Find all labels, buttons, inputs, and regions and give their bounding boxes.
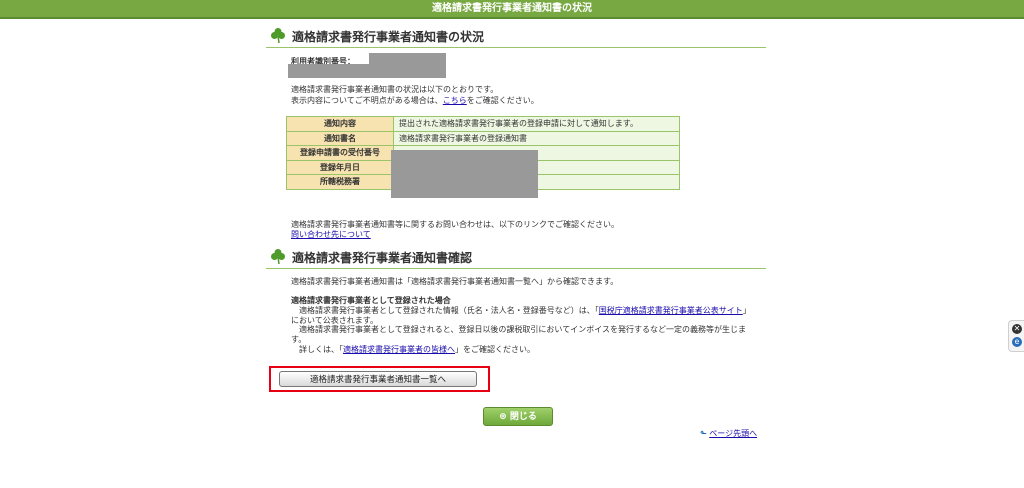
- table-label: 通知書名: [286, 130, 394, 146]
- arrow-up-icon: ⬑: [700, 429, 707, 438]
- table-label: 登録年月日: [286, 159, 394, 175]
- intro-text-2: 表示内容についてご不明点がある場合は、こちらをご確認ください。: [291, 96, 539, 105]
- business-guide-link[interactable]: 適格請求書発行事業者の皆様へ: [343, 345, 455, 354]
- window-title-bar: 適格請求書発行事業者通知書の状況: [0, 0, 1024, 19]
- here-link[interactable]: こちら: [443, 96, 467, 105]
- section-title: 適格請求書発行事業者通知書の状況: [292, 30, 485, 44]
- redacted-user-id-2: [288, 64, 446, 78]
- table-value: 提出された適格請求書発行事業者の登録申請に対して通知します。: [393, 116, 680, 132]
- inquiry-text: 適格請求書発行事業者通知書等に関するお問い合わせは、以下のリンクでご確認ください…: [291, 220, 619, 229]
- notice-list-button[interactable]: 適格請求書発行事業者通知書一覧へ: [279, 371, 477, 387]
- section-title: 適格請求書発行事業者通知書確認: [292, 251, 473, 265]
- redacted-registration-info: [391, 150, 538, 198]
- details-text: 詳しくは、「適格請求書発行事業者の皆様へ」をご確認ください。: [299, 345, 535, 354]
- section-heading-confirm: 適格請求書発行事業者通知書確認: [266, 248, 766, 269]
- table-row: 通知書名 適格請求書発行事業者の登録通知書: [286, 130, 680, 146]
- page-top-link[interactable]: ⬑ ページ先頭へ: [700, 428, 757, 439]
- window-title: 適格請求書発行事業者通知書の状況: [432, 3, 592, 14]
- publication-site-link[interactable]: 国税庁適格請求書発行事業者公表サイト: [599, 306, 743, 315]
- publication-text: 適格請求書発行事業者として登録された情報（氏名・法人名・登録番号など）は、「国税…: [299, 306, 751, 315]
- clover-icon: [271, 28, 285, 43]
- table-value: 適格請求書発行事業者の登録通知書: [393, 130, 680, 146]
- table-label: 所轄税務署: [286, 174, 394, 190]
- registered-title: 適格請求書発行事業者として登録された場合: [291, 296, 451, 305]
- confirm-text: 適格請求書発行事業者通知書は「適格請求書発行事業者通知書一覧へ」から確認できます…: [291, 277, 619, 286]
- intro-text-1: 適格請求書発行事業者通知書の状況は以下のとおりです。: [291, 85, 499, 94]
- obligation-text: 適格請求書発行事業者として登録されると、登録日以後の課税取引においてインボイスを…: [299, 325, 746, 334]
- table-label: 登録申請書の受付番号: [286, 145, 394, 161]
- side-widget: ✕ e: [1008, 320, 1024, 352]
- redacted-user-id: [369, 53, 446, 64]
- close-button[interactable]: ⊛ 閉じる: [483, 407, 553, 426]
- close-widget-icon[interactable]: ✕: [1012, 324, 1022, 334]
- table-label: 通知内容: [286, 116, 394, 132]
- clover-icon: [271, 249, 285, 264]
- table-row: 通知内容 提出された適格請求書発行事業者の登録申請に対して通知します。: [286, 116, 680, 132]
- page-top-label[interactable]: ページ先頭へ: [709, 429, 757, 438]
- close-button-label: 閉じる: [509, 412, 537, 422]
- inquiry-link[interactable]: 問い合わせ先について: [291, 230, 371, 240]
- accessibility-icon[interactable]: e: [1012, 337, 1022, 347]
- obligation-text-2: す。: [291, 335, 307, 344]
- circle-x-icon: ⊛: [499, 412, 507, 422]
- section-heading-status: 適格請求書発行事業者通知書の状況: [266, 27, 766, 48]
